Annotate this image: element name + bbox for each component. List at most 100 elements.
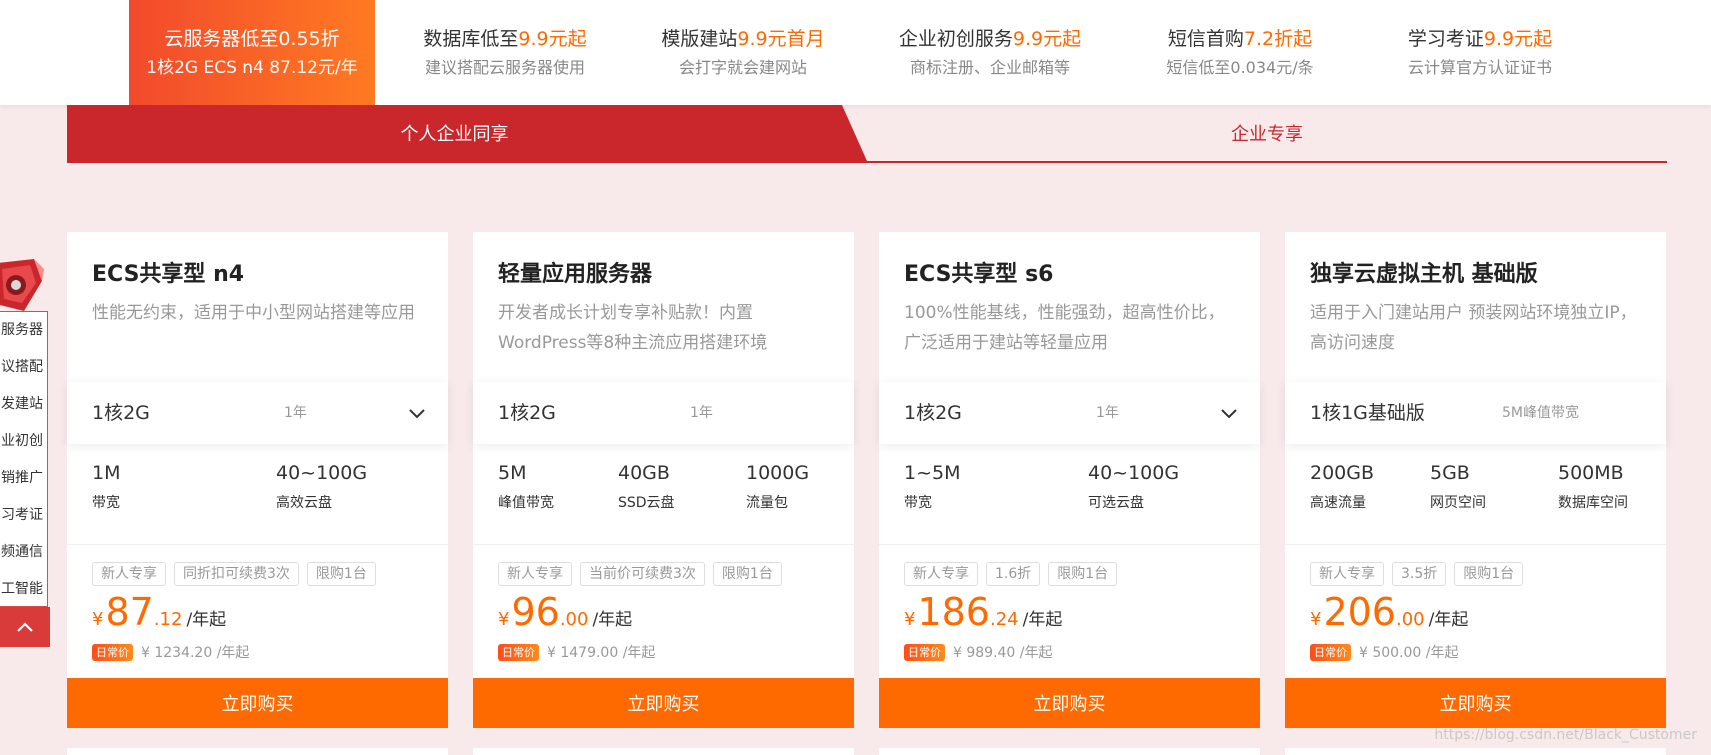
spec-period: 1年 (690, 405, 713, 421)
buy-now-button[interactable]: 立即购买 (1285, 678, 1666, 728)
promo-title-highlight: 9.9元起 (1012, 27, 1082, 50)
side-item-suggested[interactable]: 议搭配 (0, 349, 47, 386)
metric-label: 峰值带宽 (498, 495, 554, 511)
next-card-edge (1285, 748, 1666, 755)
divider (67, 544, 448, 545)
metric-bandwidth: 5M 峰值带宽 (498, 460, 554, 514)
tag: 新人专享 (904, 562, 978, 586)
side-item-video-comm[interactable]: 频通信 (0, 534, 47, 571)
chevron-up-icon (17, 622, 33, 632)
tag: 新人专享 (92, 562, 166, 586)
metric-label: 带宽 (904, 495, 932, 511)
side-item-startup[interactable]: 业初创 (0, 423, 47, 460)
metric-label: 网页空间 (1430, 495, 1486, 511)
side-item-marketing[interactable]: 销推广 (0, 460, 47, 497)
regular-price-badge: 日常价 (498, 643, 539, 661)
price-unit: /年起 (1022, 610, 1063, 630)
side-item-server[interactable]: 服务器 (0, 312, 47, 349)
buy-now-button[interactable]: 立即购买 (67, 678, 448, 728)
price-currency: ¥ (1310, 609, 1322, 630)
promo-item-site-builder[interactable]: 模版建站9.9元首月 会打字就会建网站 (633, 0, 853, 105)
original-price: 日常价 ¥ 1234.20 /年起 (92, 642, 249, 662)
spec-selector[interactable]: 1核1G基础版 5M峰值带宽 (1285, 382, 1666, 444)
promo-item-certification[interactable]: 学习考证9.9元起 云计算官方认证证书 (1370, 0, 1590, 105)
metric-value: 40~100G (1088, 462, 1180, 484)
metric-label: 可选云盘 (1088, 495, 1144, 511)
promo-subtitle: 会打字就会建网站 (678, 57, 807, 77)
card-description: 开发者成长计划专享补贴款！内置WordPress等8种主流应用搭建环境 (498, 303, 768, 353)
tag: 限购1台 (712, 562, 782, 586)
original-price-value: ¥ 1479.00 /年起 (547, 645, 656, 661)
tag: 限购1台 (1454, 562, 1524, 586)
buy-now-button[interactable]: 立即购买 (473, 678, 854, 728)
promo-title: 数据库低至9.9元起 (423, 26, 586, 52)
price-integer: 87 (105, 590, 154, 634)
tag: 同折扣可续费3次 (174, 562, 299, 586)
tag-list: 新人专享 1.6折 限购1台 (904, 562, 1118, 586)
price-integer: 206 (1323, 590, 1396, 634)
price-integer: 96 (511, 590, 560, 634)
metric-value: 5GB (1430, 462, 1470, 484)
promo-title: 模版建站9.9元首月 (661, 26, 824, 52)
card-title: ECS共享型 s6 (904, 262, 1054, 287)
gift-badge-icon (0, 259, 44, 311)
promo-item-sms[interactable]: 短信首购7.2折起 短信低至0.034元/条 (1130, 0, 1350, 105)
metric-bandwidth: 1M 带宽 (92, 460, 120, 514)
promo-subtitle: 云计算官方认证证书 (1407, 57, 1552, 77)
tab-enterprise-only[interactable]: 企业专享 (867, 105, 1667, 161)
spec-selector[interactable]: 1核2G 1年 (473, 382, 854, 444)
card-title: 轻量应用服务器 (498, 262, 653, 287)
side-item-certification[interactable]: 习考证 (0, 497, 47, 534)
metric-disk: 40~100G 可选云盘 (1088, 460, 1179, 514)
side-float-menu: 服务器 议搭配 发建站 业初创 销推广 习考证 频通信 工智能 (0, 255, 50, 647)
promo-item-database[interactable]: 数据库低至9.9元起 建议搭配云服务器使用 (390, 0, 620, 105)
product-card-lightweight-server: 轻量应用服务器 开发者成长计划专享补贴款！内置WordPress等8种主流应用搭… (473, 232, 854, 728)
metric-value: 200GB (1310, 462, 1375, 484)
next-card-edge (67, 748, 448, 755)
card-description: 适用于入门建站用户 预装网站环境独立IP，高访问速度 (1310, 303, 1637, 353)
metric-label: 数据库空间 (1558, 495, 1628, 511)
card-description: 性能无约束，适用于中小型网站搭建等应用 (92, 303, 415, 323)
metric-label: 高速流量 (1310, 495, 1366, 511)
price: ¥186.24/年起 (904, 590, 1062, 634)
promo-title-highlight: 9.9元起 (1483, 27, 1553, 50)
buy-now-button[interactable]: 立即购买 (879, 678, 1260, 728)
chevron-down-icon[interactable] (408, 404, 426, 422)
product-card-virtual-host: 独享云虚拟主机 基础版 适用于入门建站用户 预装网站环境独立IP，高访问速度 1… (1285, 232, 1666, 728)
card-title: 独享云虚拟主机 基础版 (1310, 262, 1538, 287)
side-item-site-builder[interactable]: 发建站 (0, 386, 47, 423)
promo-item-ecs[interactable]: 云服务器低至0.55折 1核2G ECS n4 87.12元/年 (129, 0, 375, 105)
regular-price-badge: 日常价 (1310, 643, 1351, 661)
side-item-ai[interactable]: 工智能 (0, 571, 47, 608)
tag: 1.6折 (986, 562, 1041, 586)
price-currency: ¥ (904, 609, 916, 630)
price-unit: /年起 (186, 610, 227, 630)
promo-item-startup-services[interactable]: 企业初创服务9.9元起 商标注册、企业邮箱等 (872, 0, 1108, 105)
tag-list: 新人专享 当前价可续费3次 限购1台 (498, 562, 782, 586)
price: ¥206.00/年起 (1310, 590, 1468, 634)
promo-subtitle: 商标注册、企业邮箱等 (909, 57, 1070, 77)
next-card-edge (473, 748, 854, 755)
spec-selector[interactable]: 1核2G 1年 (879, 382, 1260, 444)
spec-config: 1核2G (498, 402, 556, 424)
original-price-value: ¥ 989.40 /年起 (953, 645, 1053, 661)
next-card-edge (879, 748, 1260, 755)
divider (879, 544, 1260, 545)
promo-title: 短信首购7.2折起 (1168, 26, 1312, 52)
metric-traffic: 1000G 流量包 (746, 460, 809, 514)
original-price: 日常价 ¥ 1479.00 /年起 (498, 642, 655, 662)
chevron-down-icon[interactable] (1220, 404, 1238, 422)
metric-value: 1~5M (904, 462, 961, 484)
spec-period: 1年 (1096, 405, 1119, 421)
card-title: ECS共享型 n4 (92, 262, 245, 287)
tab-personal-and-enterprise[interactable]: 个人企业同享 (67, 105, 867, 161)
card-description: 100%性能基线，性能强劲，超高性价比，广泛适用于建站等轻量应用 (904, 303, 1225, 353)
price-unit: /年起 (1428, 610, 1469, 630)
promo-title: 云服务器低至0.55折 (164, 27, 340, 50)
spec-config: 1核2G (904, 402, 962, 424)
back-to-top-button[interactable] (0, 607, 50, 647)
spec-period: 5M峰值带宽 (1502, 405, 1579, 421)
spec-selector[interactable]: 1核2G 1年 (67, 382, 448, 444)
original-price: 日常价 ¥ 989.40 /年起 (904, 642, 1053, 662)
audience-tabs: 个人企业同享 企业专享 (67, 105, 1667, 163)
